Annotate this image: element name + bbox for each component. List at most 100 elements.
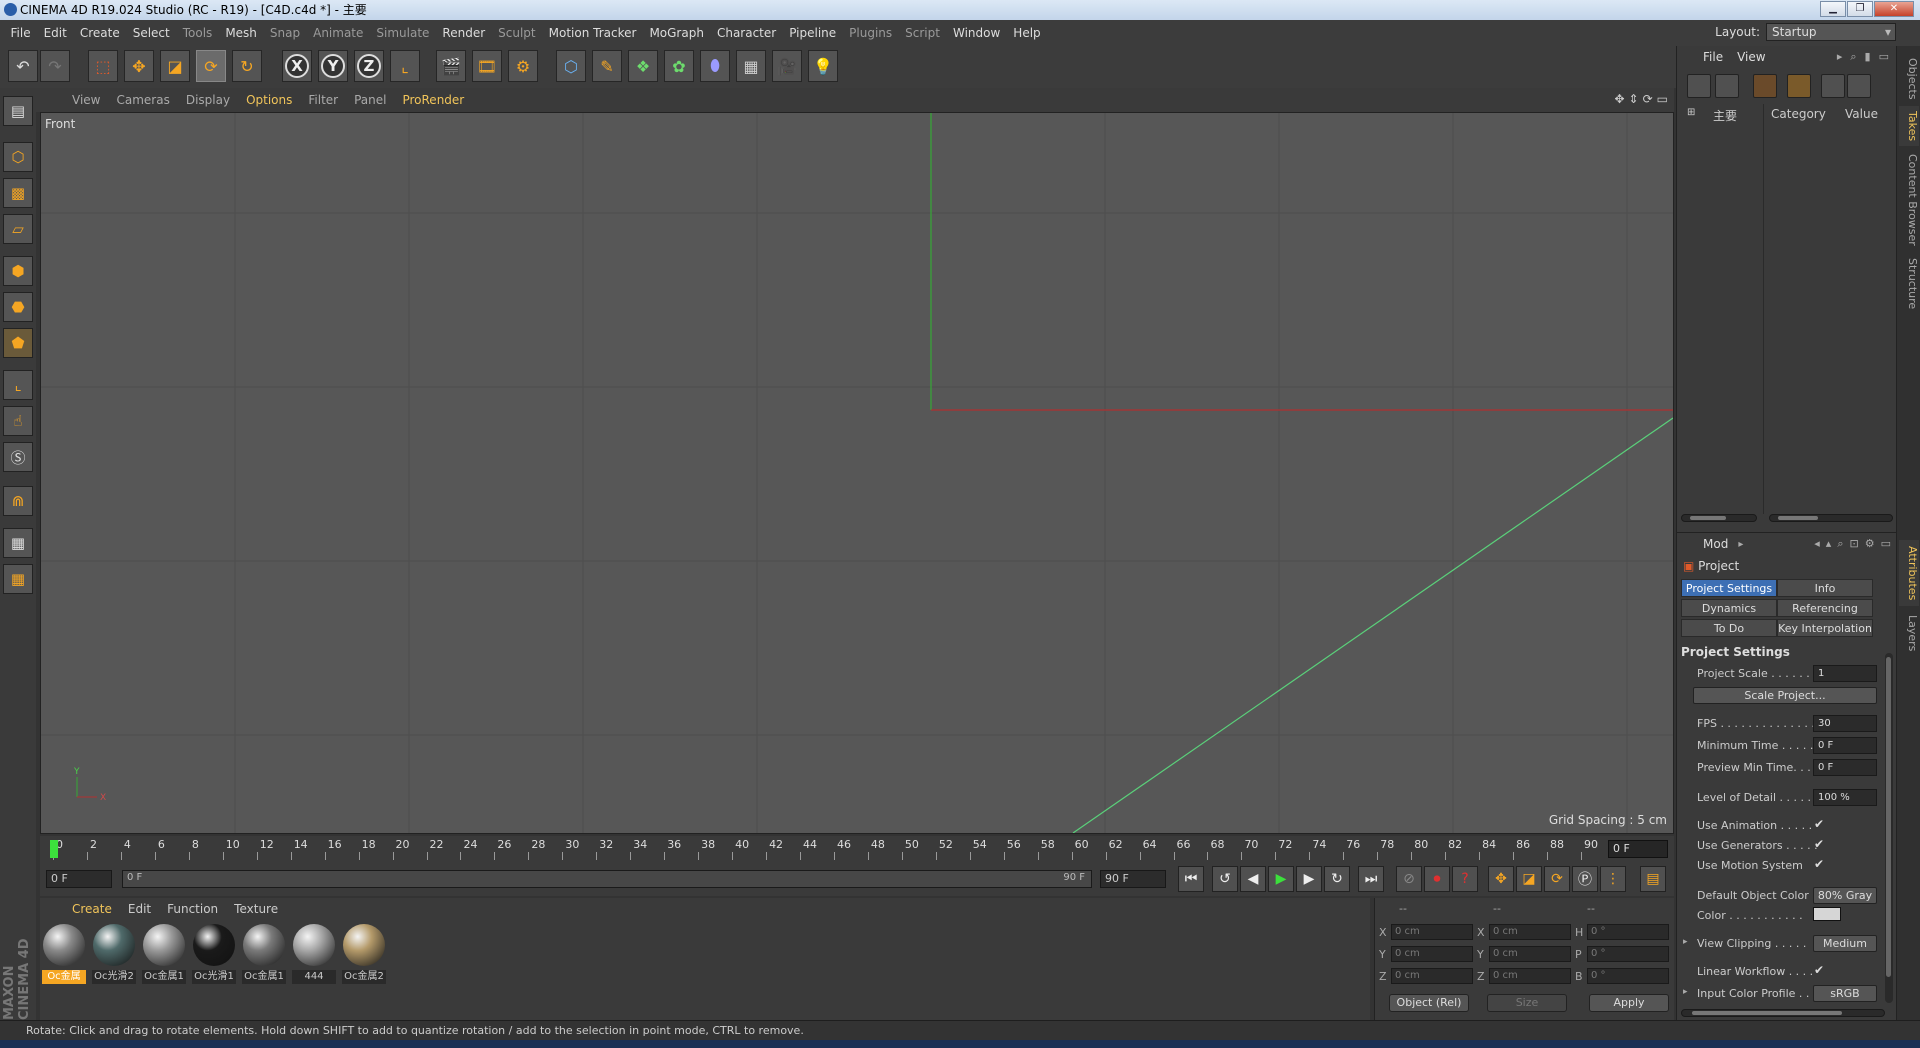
render-settings-icon[interactable]: ⚙: [508, 50, 538, 82]
keyframe-selection-icon[interactable]: ?: [1452, 866, 1478, 892]
material-menu-edit[interactable]: Edit: [120, 902, 159, 916]
menu-animate[interactable]: Animate: [307, 26, 370, 40]
frame-range-slider[interactable]: 0 F 90 F: [122, 870, 1092, 888]
menu-character[interactable]: Character: [710, 26, 782, 40]
new-view-icon[interactable]: ▭: [1879, 50, 1889, 64]
add-take-icon[interactable]: [1687, 74, 1711, 98]
lock-overrides-icon[interactable]: [1847, 74, 1871, 98]
x-axis-button[interactable]: X: [282, 50, 312, 82]
menu-snap[interactable]: Snap: [263, 26, 306, 40]
value-column-header[interactable]: Value: [1845, 107, 1878, 121]
zoom-view-icon[interactable]: ⇕: [1629, 92, 1639, 106]
solo-mode-icon[interactable]: Ⓢ: [3, 442, 33, 472]
tab-layers[interactable]: Layers: [1899, 610, 1919, 656]
objects-menu-view[interactable]: View: [1737, 50, 1765, 64]
minimum-time-field[interactable]: 0 F: [1813, 737, 1877, 754]
deformer-icon[interactable]: ⬮: [700, 50, 730, 82]
arrow-right-icon[interactable]: ▸: [1837, 50, 1843, 64]
rotation-b-field[interactable]: 0 °: [1587, 968, 1669, 984]
minimize-button[interactable]: ▁: [1820, 1, 1846, 17]
expand-arrow-icon[interactable]: ▸: [1683, 987, 1688, 997]
workplane-icon[interactable]: ▱: [3, 214, 33, 244]
linear-workflow-checkbox[interactable]: ✔: [1814, 963, 1824, 977]
subdivision-surface-icon[interactable]: ❖: [628, 50, 658, 82]
material-menu-create[interactable]: Create: [64, 902, 120, 916]
viewport-menu-filter[interactable]: Filter: [300, 93, 346, 107]
record-rotation-icon[interactable]: ⟳: [1544, 866, 1570, 892]
attributes-menu-mode[interactable]: Mod: [1703, 537, 1728, 551]
play-icon[interactable]: ▶: [1268, 866, 1294, 892]
tab-to-do[interactable]: To Do: [1681, 619, 1777, 637]
playhead-marker[interactable]: [50, 840, 58, 858]
tab-attributes[interactable]: Attributes: [1899, 540, 1919, 606]
size-z-field[interactable]: 0 cm: [1489, 968, 1571, 984]
preview-min-time-field[interactable]: 0 F: [1813, 759, 1877, 776]
material-item[interactable]: Oc光滑1: [192, 924, 236, 984]
position-x-field[interactable]: 0 cm: [1391, 924, 1473, 940]
close-button[interactable]: ✕: [1874, 1, 1914, 17]
floor-icon[interactable]: ▦: [736, 50, 766, 82]
size-x-field[interactable]: 0 cm: [1489, 924, 1571, 940]
material-item[interactable]: Oc光滑2: [92, 924, 136, 984]
menu-edit[interactable]: Edit: [37, 26, 73, 40]
menu-pipeline[interactable]: Pipeline: [783, 26, 843, 40]
maximize-button[interactable]: ❐: [1847, 1, 1873, 17]
menu-sculpt[interactable]: Sculpt: [492, 26, 542, 40]
coordinate-mode-dropdown[interactable]: Object (Rel): [1389, 994, 1469, 1012]
menu-tools[interactable]: Tools: [176, 26, 219, 40]
fps-field[interactable]: 30: [1813, 715, 1877, 732]
settings-icon[interactable]: ⚙: [1865, 537, 1875, 551]
toggle-view-icon[interactable]: ▭: [1657, 92, 1668, 106]
project-scale-field[interactable]: 1: [1813, 665, 1877, 682]
auto-take-icon[interactable]: [1753, 74, 1777, 98]
record-scale-icon[interactable]: ◪: [1516, 866, 1542, 892]
horizontal-scrollbar-left[interactable]: [1681, 514, 1757, 522]
start-frame-field[interactable]: 0 F: [46, 870, 112, 888]
menu-simulate[interactable]: Simulate: [370, 26, 436, 40]
camera-icon[interactable]: 🎥: [772, 50, 802, 82]
expand-icon[interactable]: ⊞: [1687, 107, 1695, 118]
up-icon[interactable]: ▴: [1826, 537, 1832, 551]
category-column-header[interactable]: Category: [1771, 107, 1826, 121]
menu-window[interactable]: Window: [946, 26, 1006, 40]
position-z-field[interactable]: 0 cm: [1391, 968, 1473, 984]
view-clipping-dropdown[interactable]: Medium: [1813, 935, 1877, 952]
material-menu-function[interactable]: Function: [159, 902, 226, 916]
viewport-menu-prorender[interactable]: ProRender: [394, 93, 472, 107]
locked-workplane-icon[interactable]: ▦: [3, 528, 33, 558]
current-frame-field[interactable]: 0 F: [1608, 840, 1668, 858]
new-panel-icon[interactable]: ▭: [1881, 537, 1891, 551]
record-pla-icon[interactable]: ⋮: [1600, 866, 1626, 892]
menu-help[interactable]: Help: [1007, 26, 1047, 40]
back-icon[interactable]: ◂: [1814, 537, 1820, 551]
record-position-icon[interactable]: ✥: [1488, 866, 1514, 892]
tab-key-interpolation[interactable]: Key Interpolation: [1777, 619, 1873, 637]
pan-view-icon[interactable]: ✥: [1614, 92, 1624, 106]
horizontal-scrollbar-right[interactable]: [1769, 514, 1893, 522]
objects-menu-file[interactable]: File: [1703, 50, 1723, 64]
size-mode-dropdown[interactable]: Size: [1487, 994, 1567, 1012]
search-icon[interactable]: ⌕: [1850, 50, 1856, 64]
record-keys-icon[interactable]: ⊘: [1396, 866, 1422, 892]
tab-objects[interactable]: Objects: [1899, 54, 1919, 104]
vertical-scrollbar[interactable]: [1885, 653, 1893, 1003]
material-item[interactable]: Oc金属: [42, 924, 86, 984]
tab-content-browser[interactable]: Content Browser: [1899, 150, 1919, 250]
material-item[interactable]: Oc金属1: [242, 924, 286, 984]
edges-mode-icon[interactable]: ⬣: [3, 292, 33, 322]
menu-mograph[interactable]: MoGraph: [643, 26, 711, 40]
tab-referencing[interactable]: Referencing: [1777, 599, 1873, 617]
recent-tool-icon[interactable]: ↻: [232, 50, 262, 82]
menu-file[interactable]: File: [4, 26, 37, 40]
rotate-icon[interactable]: ⟳: [196, 50, 226, 82]
arrow-right-icon[interactable]: ▸: [1738, 539, 1743, 550]
mograph-cloner-icon[interactable]: ✿: [664, 50, 694, 82]
layout-dropdown[interactable]: Startup: [1766, 23, 1896, 41]
material-item[interactable]: Oc金属2: [342, 924, 386, 984]
menu-mesh[interactable]: Mesh: [219, 26, 264, 40]
live-selection-icon[interactable]: ⬚: [88, 50, 118, 82]
coordinate-system-icon[interactable]: ⌞: [390, 50, 420, 82]
apply-button[interactable]: Apply: [1589, 994, 1669, 1012]
z-axis-button[interactable]: Z: [354, 50, 384, 82]
lock-icon[interactable]: ⊡: [1850, 537, 1859, 551]
